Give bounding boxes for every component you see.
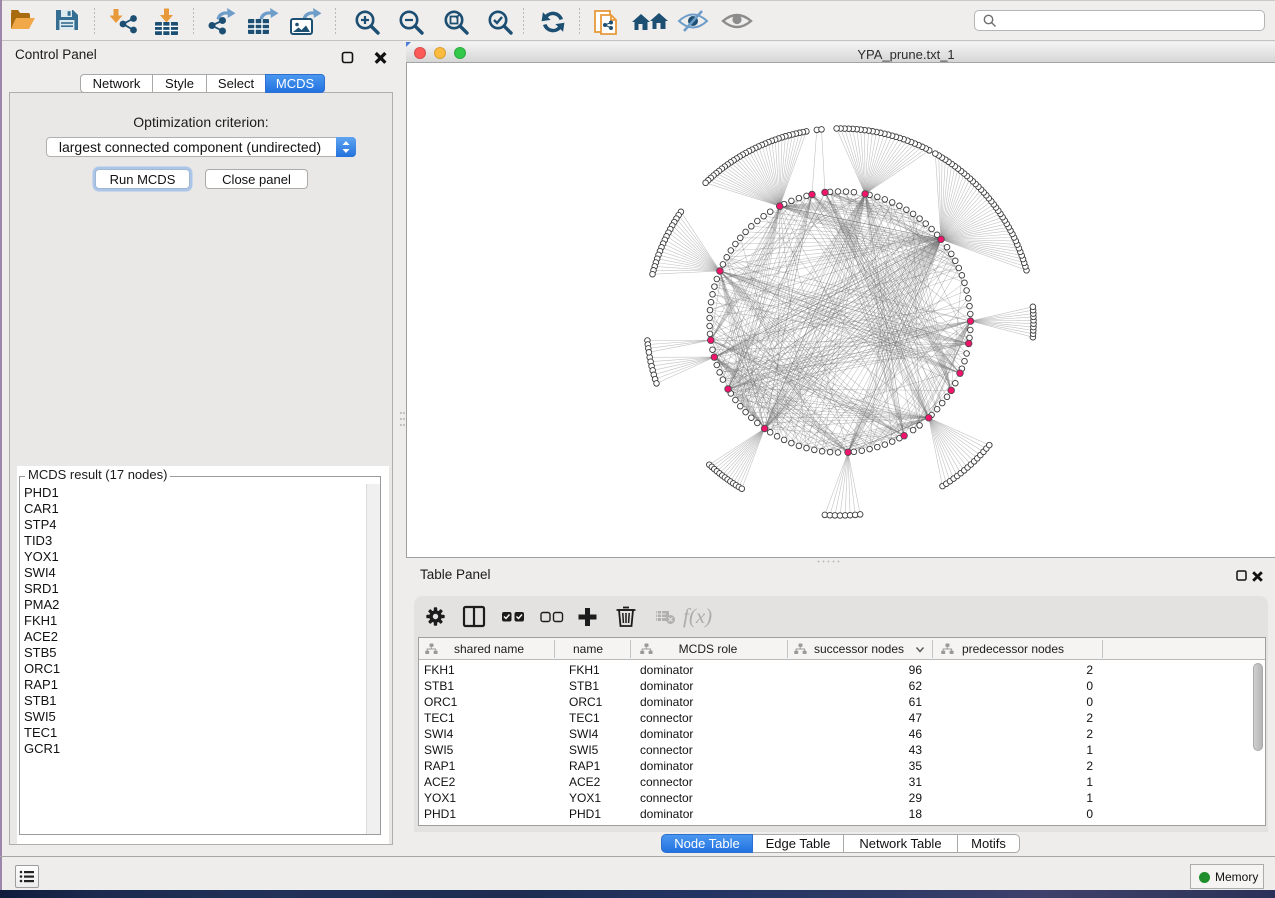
svg-text:f(x): f(x) (683, 605, 712, 628)
